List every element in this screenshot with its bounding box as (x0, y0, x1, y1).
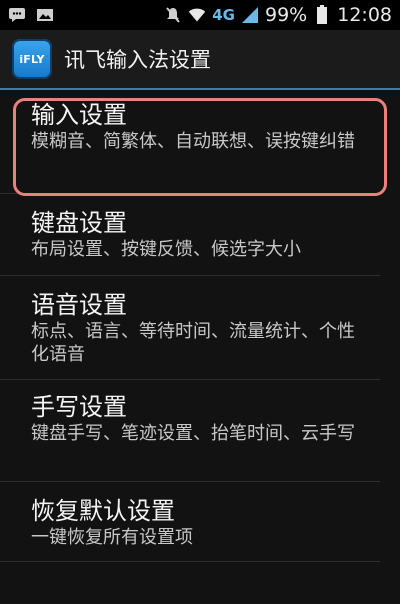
app-logo-icon[interactable]: iFLY (12, 39, 52, 79)
settings-item-voice[interactable]: 语音设置 标点、语言、等待时间、流量统计、个性化语音 (0, 276, 380, 380)
settings-item-title: 恢复默认设置 (31, 497, 175, 525)
settings-item-summary: 一键恢复所有设置项 (31, 527, 193, 548)
settings-item-summary: 键盘手写、笔迹设置、抬笔时间、云手写 (31, 423, 355, 444)
signal-icon (241, 7, 259, 23)
settings-list: 输入设置 模糊音、简繁体、自动联想、误按键纠错 键盘设置 布局设置、按键反馈、候… (0, 90, 400, 562)
settings-item-handwriting[interactable]: 手写设置 键盘手写、笔迹设置、抬笔时间、云手写 (0, 380, 380, 482)
settings-item-summary: 模糊音、简繁体、自动联想、误按键纠错 (31, 131, 355, 152)
settings-item-title: 手写设置 (31, 393, 127, 421)
battery-icon (313, 5, 331, 24)
action-bar: iFLY 讯飞输入法设置 (0, 30, 400, 88)
status-bar: 4G 99% 12:08 (0, 0, 400, 30)
mute-icon (164, 7, 182, 23)
network-type: 4G (212, 6, 235, 24)
settings-item-title: 语音设置 (31, 291, 127, 319)
settings-item-keyboard[interactable]: 键盘设置 布局设置、按键反馈、候选字大小 (0, 194, 380, 276)
settings-item-summary: 标点、语言、等待时间、流量统计、个性化语音 (31, 321, 355, 365)
page-title: 讯飞输入法设置 (64, 48, 211, 72)
battery-percent: 99% (265, 4, 308, 26)
clock: 12:08 (337, 4, 392, 26)
message-icon (8, 7, 26, 23)
wifi-icon (188, 7, 206, 23)
settings-item-title: 输入设置 (31, 101, 127, 129)
settings-item-summary: 布局设置、按键反馈、候选字大小 (31, 239, 301, 260)
settings-item-restore-defaults[interactable]: 恢复默认设置 一键恢复所有设置项 (0, 482, 380, 562)
image-icon (36, 7, 54, 23)
settings-item-title: 键盘设置 (31, 209, 127, 237)
settings-item-input[interactable]: 输入设置 模糊音、简繁体、自动联想、误按键纠错 (0, 90, 380, 194)
app-logo-text: iFLY (19, 52, 45, 66)
